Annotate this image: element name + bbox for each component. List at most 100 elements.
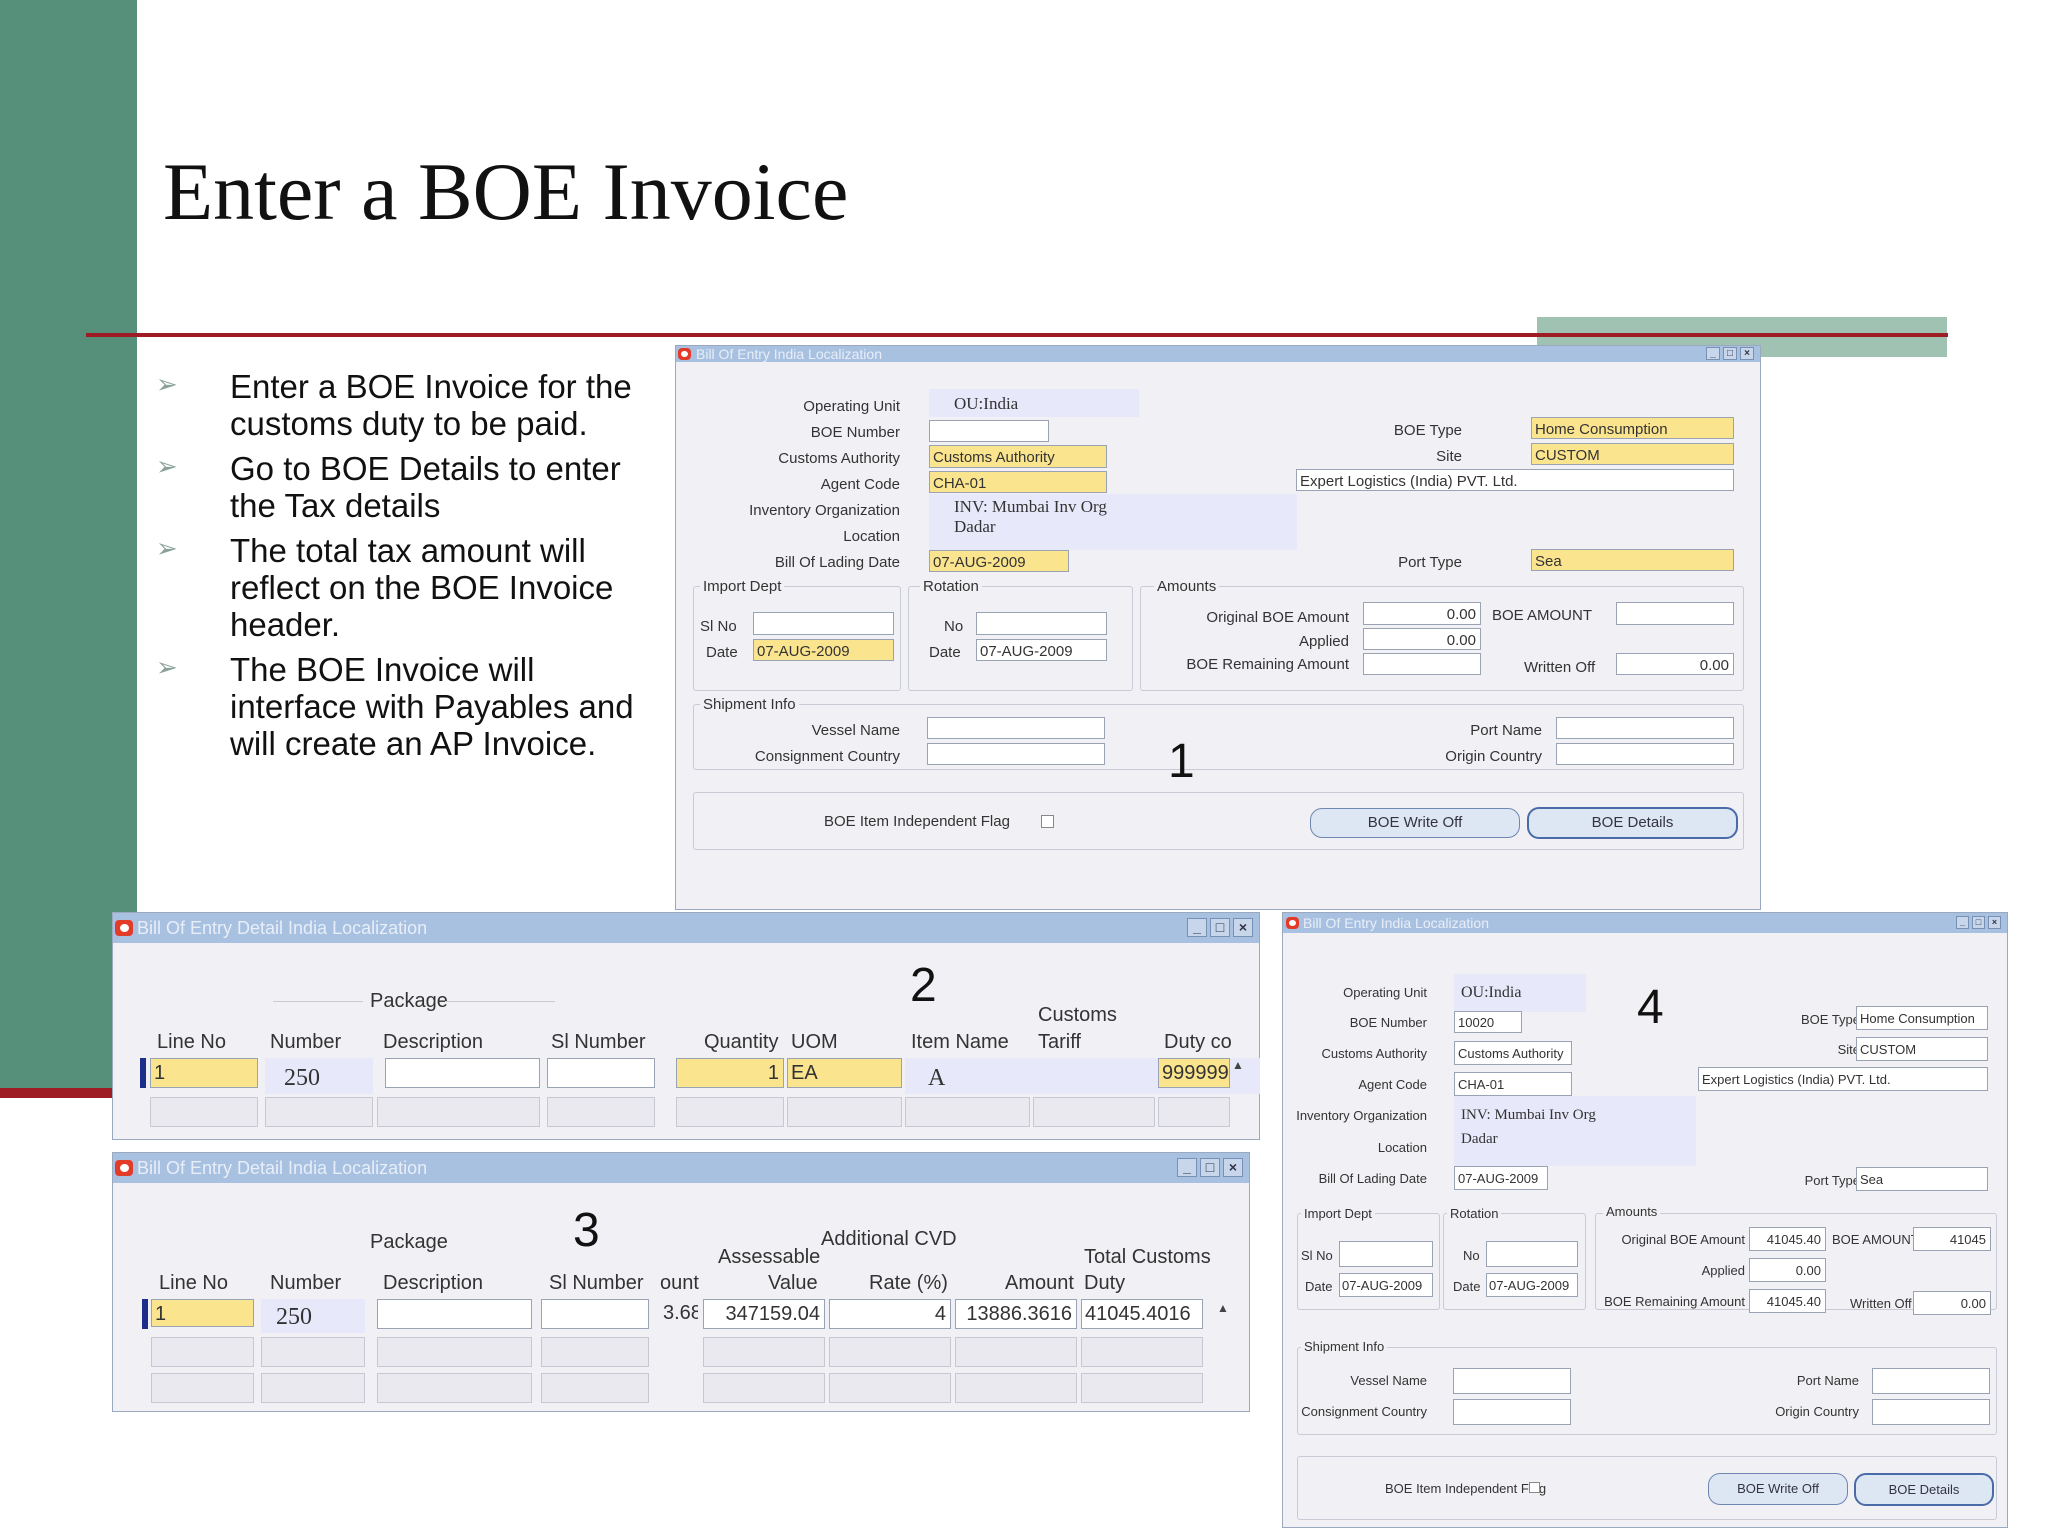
- scroll-up-icon[interactable]: ▲: [1232, 1058, 1244, 1072]
- minimize-icon[interactable]: _: [1177, 1158, 1197, 1177]
- agent-code-field[interactable]: CHA-01: [1454, 1072, 1572, 1096]
- maximize-icon[interactable]: □: [1972, 916, 1985, 929]
- amount-cell-cut[interactable]: 3.68: [663, 1299, 698, 1329]
- empty-cell[interactable]: [377, 1373, 532, 1403]
- empty-cell[interactable]: [377, 1337, 532, 1367]
- maximize-icon[interactable]: □: [1210, 918, 1230, 937]
- empty-cell[interactable]: [1081, 1373, 1203, 1403]
- port-type-field[interactable]: Sea: [1531, 549, 1734, 571]
- window-titlebar[interactable]: Bill Of Entry India Localization _ □ ×: [676, 346, 1760, 362]
- empty-cell[interactable]: [541, 1337, 649, 1367]
- package-number-cell[interactable]: 250: [261, 1299, 365, 1333]
- boe-number-field[interactable]: 10020: [1454, 1011, 1522, 1033]
- maximize-icon[interactable]: □: [1200, 1158, 1220, 1177]
- empty-cell[interactable]: [151, 1373, 254, 1403]
- empty-cell[interactable]: [787, 1097, 902, 1127]
- operating-unit-field[interactable]: OU:India: [929, 389, 1139, 417]
- close-icon[interactable]: ×: [1988, 916, 2001, 929]
- scroll-up-icon[interactable]: ▲: [1217, 1301, 1229, 1315]
- sl-number-cell[interactable]: [547, 1058, 655, 1088]
- empty-cell[interactable]: [547, 1097, 655, 1127]
- boe-write-off-button[interactable]: BOE Write Off: [1310, 808, 1520, 838]
- import-date-field[interactable]: 07-AUG-2009: [753, 639, 894, 661]
- operating-unit-field[interactable]: OU:India: [1454, 974, 1586, 1012]
- line-no-cell[interactable]: 1: [151, 1299, 254, 1327]
- description-cell[interactable]: [377, 1299, 532, 1329]
- window-titlebar[interactable]: Bill Of Entry Detail India Localization …: [113, 913, 1259, 943]
- empty-cell[interactable]: [955, 1373, 1077, 1403]
- close-icon[interactable]: ×: [1740, 347, 1754, 360]
- assessable-value-cell[interactable]: 347159.04: [703, 1299, 825, 1329]
- maximize-icon[interactable]: □: [1723, 347, 1737, 360]
- close-icon[interactable]: ×: [1223, 1158, 1243, 1177]
- cvd-amount-cell[interactable]: 13886.3616: [955, 1299, 1077, 1329]
- site-field[interactable]: CUSTOM: [1531, 443, 1734, 465]
- total-customs-duty-cell[interactable]: 41045.4016: [1081, 1299, 1203, 1329]
- rotation-no-field[interactable]: [976, 612, 1107, 635]
- close-icon[interactable]: ×: [1233, 918, 1253, 937]
- duty-cell[interactable]: 9999999: [1158, 1058, 1230, 1088]
- empty-cell[interactable]: [150, 1097, 258, 1127]
- empty-cell[interactable]: [905, 1097, 1030, 1127]
- inventory-org-field[interactable]: INV: Mumbai Inv Org Dadar: [1454, 1096, 1696, 1166]
- import-sl-no-field[interactable]: [1339, 1241, 1433, 1267]
- inventory-org-field[interactable]: INV: Mumbai Inv Org Dadar: [929, 494, 1297, 550]
- minimize-icon[interactable]: _: [1706, 347, 1720, 360]
- import-sl-no-field[interactable]: [753, 612, 894, 635]
- boe-header-window-updated: Bill Of Entry India Localization _ □ × O…: [1282, 912, 2008, 1528]
- port-name-field[interactable]: [1556, 717, 1734, 739]
- empty-cell[interactable]: [265, 1097, 373, 1127]
- empty-cell[interactable]: [703, 1373, 825, 1403]
- window-titlebar[interactable]: Bill Of Entry India Localization _ □ ×: [1283, 913, 2007, 933]
- import-date-field[interactable]: 07-AUG-2009: [1339, 1273, 1433, 1297]
- empty-cell[interactable]: [703, 1337, 825, 1367]
- site-field[interactable]: CUSTOM: [1856, 1037, 1988, 1061]
- port-type-field[interactable]: Sea: [1856, 1167, 1988, 1191]
- cvd-rate-cell[interactable]: 4: [829, 1299, 951, 1329]
- boe-write-off-button[interactable]: BOE Write Off: [1708, 1473, 1848, 1505]
- item-independent-flag-checkbox[interactable]: [1041, 815, 1054, 828]
- uom-cell[interactable]: EA: [787, 1058, 902, 1088]
- quantity-cell[interactable]: 1: [676, 1058, 784, 1088]
- bill-of-lading-date-field[interactable]: 07-AUG-2009: [929, 550, 1069, 572]
- empty-cell[interactable]: [829, 1337, 951, 1367]
- vessel-name-field[interactable]: [927, 717, 1105, 739]
- empty-cell[interactable]: [377, 1097, 540, 1127]
- vessel-name-field[interactable]: [1453, 1368, 1571, 1394]
- rotation-date-field[interactable]: 07-AUG-2009: [1486, 1273, 1578, 1297]
- consignment-country-field[interactable]: [1453, 1399, 1571, 1425]
- package-number-cell[interactable]: 250: [265, 1058, 373, 1094]
- boe-type-field[interactable]: Home Consumption: [1531, 417, 1734, 439]
- empty-cell[interactable]: [151, 1337, 254, 1367]
- boe-details-button[interactable]: BOE Details: [1854, 1473, 1994, 1506]
- empty-cell[interactable]: [829, 1373, 951, 1403]
- boe-type-field[interactable]: Home Consumption: [1856, 1006, 1988, 1030]
- sl-number-cell[interactable]: [541, 1299, 649, 1329]
- agent-code-field[interactable]: CHA-01: [929, 471, 1107, 493]
- line-no-cell[interactable]: 1: [150, 1058, 258, 1088]
- minimize-icon[interactable]: _: [1956, 916, 1969, 929]
- boe-details-button[interactable]: BOE Details: [1527, 807, 1738, 839]
- port-name-field[interactable]: [1872, 1368, 1990, 1394]
- empty-cell[interactable]: [261, 1373, 365, 1403]
- rotation-no-field[interactable]: [1486, 1241, 1578, 1267]
- empty-cell[interactable]: [541, 1373, 649, 1403]
- description-cell[interactable]: [385, 1058, 540, 1088]
- consignment-country-field[interactable]: [927, 743, 1105, 765]
- origin-country-field[interactable]: [1872, 1399, 1990, 1425]
- origin-country-field[interactable]: [1556, 743, 1734, 765]
- empty-cell[interactable]: [676, 1097, 784, 1127]
- item-independent-flag-checkbox[interactable]: [1529, 1482, 1540, 1493]
- window-titlebar[interactable]: Bill Of Entry Detail India Localization …: [113, 1153, 1249, 1183]
- rotation-date-field[interactable]: 07-AUG-2009: [976, 639, 1107, 661]
- customs-authority-field[interactable]: Customs Authority: [1454, 1041, 1572, 1065]
- empty-cell[interactable]: [1033, 1097, 1155, 1127]
- empty-cell[interactable]: [1081, 1337, 1203, 1367]
- customs-authority-field[interactable]: Customs Authority: [929, 445, 1107, 468]
- empty-cell[interactable]: [261, 1337, 365, 1367]
- empty-cell[interactable]: [955, 1337, 1077, 1367]
- boe-number-field[interactable]: [929, 420, 1049, 442]
- bill-of-lading-date-field[interactable]: 07-AUG-2009: [1454, 1166, 1548, 1190]
- empty-cell[interactable]: [1158, 1097, 1230, 1127]
- minimize-icon[interactable]: _: [1187, 918, 1207, 937]
